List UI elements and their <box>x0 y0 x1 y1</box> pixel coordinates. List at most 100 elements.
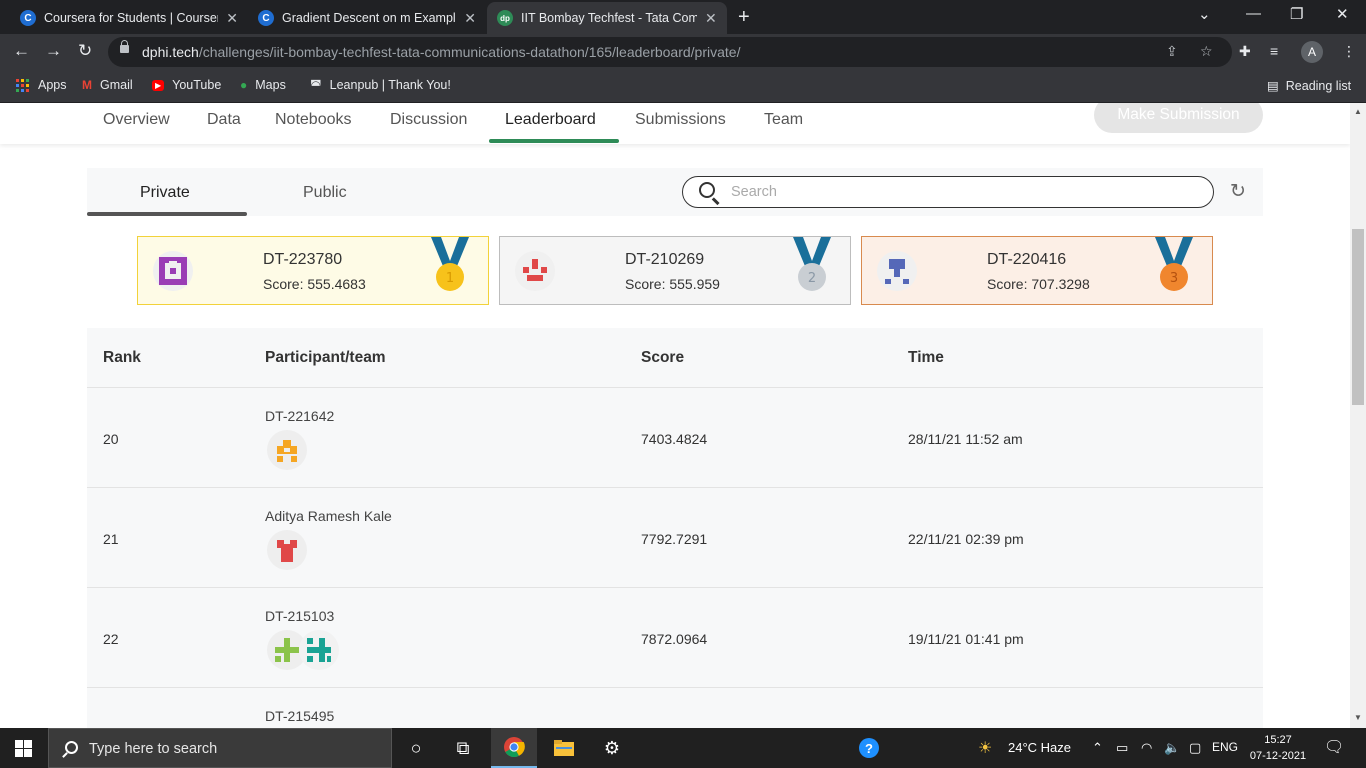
top-card-name: DT-210269 <box>625 251 705 268</box>
clock-date: 07-12-2021 <box>1249 750 1307 762</box>
search-input[interactable]: Search <box>682 176 1214 208</box>
close-window-icon[interactable]: ✕ <box>1336 5 1349 23</box>
tab-private[interactable]: Private <box>140 184 190 202</box>
settings-gear-icon[interactable]: ⚙ <box>589 728 635 768</box>
row-score: 7403.4824 <box>641 431 708 447</box>
media-queue-icon[interactable]: ≡ <box>1270 43 1278 59</box>
profile-avatar[interactable]: A <box>1301 41 1323 63</box>
bookmark-apps[interactable]: Apps <box>16 78 67 92</box>
windows-start-icon[interactable] <box>15 740 32 757</box>
top-card-3[interactable]: DT-220416 Score: 707.3298 3 <box>861 236 1213 305</box>
notifications-icon[interactable]: 🗨 <box>1324 737 1344 757</box>
scroll-up-arrow-icon[interactable]: ▲ <box>1354 107 1362 116</box>
tab-public[interactable]: Public <box>303 184 347 202</box>
top-card-score: Score: 555.4683 <box>263 276 366 292</box>
row-participant[interactable]: Aditya Ramesh Kale <box>265 508 392 524</box>
nav-data[interactable]: Data <box>207 111 241 129</box>
row-participant[interactable]: DT-221642 <box>265 408 334 424</box>
share-icon[interactable]: ⇪ <box>1166 43 1178 60</box>
bookmark-star-icon[interactable]: ☆ <box>1200 43 1213 60</box>
leaderboard-table: Rank Participant/team Score Time 20 DT-2… <box>87 328 1263 728</box>
nav-notebooks[interactable]: Notebooks <box>275 111 352 129</box>
make-submission-button[interactable]: Make Submission <box>1094 103 1263 133</box>
forward-arrow-icon[interactable]: → <box>45 41 62 61</box>
url-text[interactable]: dphi.tech/challenges/iit-bombay-techfest… <box>142 44 740 60</box>
nav-overview[interactable]: Overview <box>103 111 170 129</box>
table-row[interactable]: DT-215495 <box>87 688 1263 728</box>
avatar <box>153 251 193 291</box>
volume-icon[interactable]: 🔈 <box>1164 740 1180 756</box>
help-icon[interactable]: ? <box>846 728 892 768</box>
file-explorer-icon[interactable] <box>541 728 587 768</box>
coursera-icon: C <box>258 10 274 26</box>
tab-title: Gradient Descent on m Examples <box>282 11 457 25</box>
tab-iit-bombay[interactable]: dp IIT Bombay Techfest - Tata Comm ✕ <box>487 2 727 34</box>
nav-leaderboard[interactable]: Leaderboard <box>505 111 596 129</box>
address-bar[interactable]: dphi.tech/challenges/iit-bombay-techfest… <box>108 37 1232 67</box>
url-host: dphi.tech <box>142 44 199 60</box>
medal-number: 3 <box>1170 271 1178 286</box>
windows-taskbar: Type here to search ○ ⧉ ⚙ ? ☀ 24°C Haze … <box>0 728 1366 768</box>
taskbar-clock[interactable]: 15:27 07-12-2021 <box>1246 732 1310 764</box>
taskbar-search-input[interactable]: Type here to search <box>48 728 392 768</box>
task-view-icon[interactable]: ⧉ <box>440 728 486 768</box>
bookmark-leanpub[interactable]: ◚ Leanpub | Thank You! <box>310 78 451 92</box>
column-header-score: Score <box>641 349 685 366</box>
row-participant[interactable]: DT-215495 <box>265 708 334 724</box>
reload-icon[interactable]: ↻ <box>78 41 92 61</box>
browser-toolbar: ← → ↻ dphi.tech/challenges/iit-bombay-te… <box>0 34 1366 70</box>
tab-gradient-descent[interactable]: C Gradient Descent on m Examples ✕ <box>248 2 486 34</box>
page-scrollbar[interactable]: ▲ ▼ <box>1350 103 1366 728</box>
nav-team[interactable]: Team <box>764 111 803 129</box>
tab-search-chevron-icon[interactable]: ⌄ <box>1198 5 1211 23</box>
meet-now-icon[interactable]: ▢ <box>1189 740 1201 756</box>
cortana-icon[interactable]: ○ <box>393 728 439 768</box>
close-tab-icon[interactable]: ✕ <box>226 10 238 27</box>
search-icon <box>65 741 78 754</box>
bookmark-youtube[interactable]: ▶ YouTube <box>152 78 221 92</box>
tray-expand-chevron-icon[interactable]: ⌃ <box>1092 740 1103 756</box>
youtube-icon: ▶ <box>152 79 165 91</box>
tab-coursera-students[interactable]: C Coursera for Students | Coursera ✕ <box>10 2 248 34</box>
bookmark-gmail[interactable]: M Gmail <box>82 78 133 92</box>
gold-medal-icon: 1 <box>431 237 469 291</box>
top-card-score: Score: 707.3298 <box>987 276 1090 292</box>
avatar <box>267 430 307 470</box>
refresh-icon[interactable]: ↻ <box>1230 180 1246 203</box>
row-score: 7792.7291 <box>641 531 708 547</box>
apps-grid-icon <box>16 78 29 92</box>
close-tab-icon[interactable]: ✕ <box>464 10 476 27</box>
minimize-icon[interactable]: — <box>1246 5 1261 22</box>
nav-discussion[interactable]: Discussion <box>390 111 467 129</box>
chrome-menu-icon[interactable]: ⋮ <box>1342 43 1356 60</box>
nav-submissions[interactable]: Submissions <box>635 111 726 129</box>
scroll-down-arrow-icon[interactable]: ▼ <box>1354 713 1362 722</box>
restore-icon[interactable]: ❐ <box>1290 5 1303 23</box>
back-arrow-icon[interactable]: ← <box>13 41 30 61</box>
table-row[interactable]: 22 DT-215103 7872.0964 19/11/21 01:41 pm <box>87 588 1263 688</box>
row-participant[interactable]: DT-215103 <box>265 608 334 624</box>
new-tab-button[interactable]: + <box>738 6 750 29</box>
chrome-taskbar-icon[interactable] <box>491 728 537 768</box>
bookmark-maps[interactable]: ● Maps <box>240 78 286 92</box>
search-placeholder: Search <box>731 184 777 200</box>
avatar <box>299 630 339 670</box>
scroll-thumb[interactable] <box>1352 229 1364 405</box>
extensions-puzzle-icon[interactable]: ✚ <box>1239 43 1251 60</box>
wifi-icon[interactable]: ◠ <box>1141 740 1152 756</box>
weather-text[interactable]: 24°C Haze <box>1008 740 1071 755</box>
language-indicator[interactable]: ENG <box>1212 740 1238 754</box>
tab-title: Coursera for Students | Coursera <box>44 11 219 25</box>
top-card-2[interactable]: DT-210269 Score: 555.959 2 <box>499 236 851 305</box>
top-card-1[interactable]: DT-223780 Score: 555.4683 1 <box>137 236 489 305</box>
url-path: /challenges/iit-bombay-techfest-tata-com… <box>198 44 741 60</box>
row-rank: 22 <box>103 631 119 647</box>
table-row[interactable]: 21 Aditya Ramesh Kale 7792.7291 22/11/21… <box>87 488 1263 588</box>
row-time: 22/11/21 02:39 pm <box>908 531 1024 547</box>
table-row[interactable]: 20 DT-221642 7403.4824 28/11/21 11:52 am <box>87 388 1263 488</box>
close-tab-icon[interactable]: ✕ <box>705 10 717 27</box>
reading-list[interactable]: ▤ Reading list <box>1267 78 1351 93</box>
avatar <box>515 251 555 291</box>
reading-list-icon: ▤ <box>1267 79 1286 93</box>
battery-icon[interactable]: ▭ <box>1116 740 1128 756</box>
